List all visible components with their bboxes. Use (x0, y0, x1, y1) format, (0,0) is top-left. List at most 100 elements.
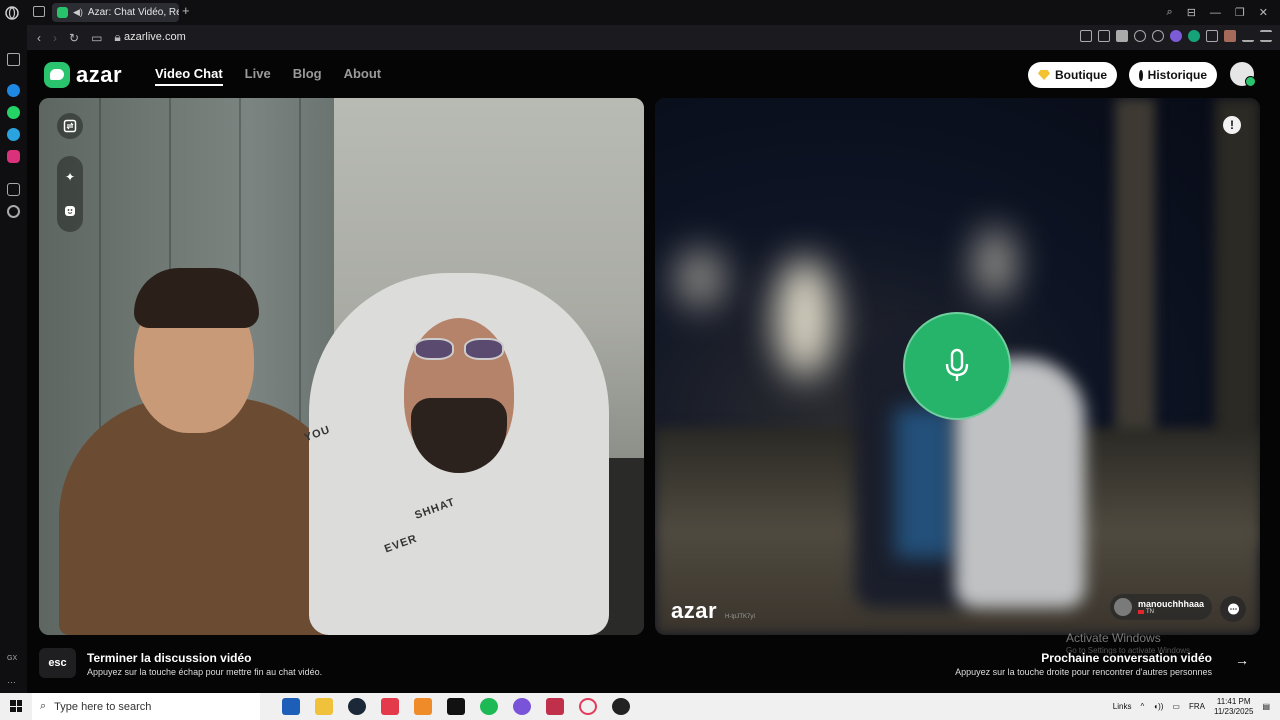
instagram-icon[interactable] (7, 150, 20, 163)
azar-logo[interactable]: azar (44, 62, 122, 88)
nav-live[interactable]: Live (245, 66, 271, 86)
esc-key-hint[interactable]: esc (39, 648, 76, 678)
bookmark-icon[interactable] (1080, 30, 1092, 42)
opera-sidebar: GX … (0, 25, 27, 693)
discord-icon[interactable] (513, 698, 531, 715)
player-icon[interactable] (1134, 30, 1146, 42)
spotify-icon[interactable] (480, 698, 498, 715)
file-explorer-icon[interactable] (315, 698, 333, 715)
app-dark-icon[interactable] (612, 698, 630, 715)
snapshot-icon[interactable]: ⊟ (1187, 6, 1196, 19)
adblock-icon[interactable] (1116, 30, 1128, 42)
lock-icon[interactable]: 🔒︎ (114, 30, 120, 45)
partner-avatar (1114, 598, 1132, 616)
aria-sidebar-icon[interactable] (7, 53, 20, 66)
new-tab-button[interactable]: + (182, 3, 190, 18)
site-header: azar Video Chat Live Blog About Boutique… (27, 50, 1280, 98)
windows-start-icon[interactable] (10, 700, 22, 712)
reload-icon[interactable]: ↻ (69, 31, 79, 45)
tunisia-flag-icon (1138, 609, 1144, 614)
nav-about[interactable]: About (344, 66, 382, 86)
notifications-icon[interactable]: ▤ (1262, 702, 1270, 711)
steam-icon[interactable] (348, 698, 366, 715)
next-chat-subtitle: Appuyez sur la touche droite pour rencon… (955, 667, 1212, 677)
browser-tab-azar[interactable]: ◀) Azar: Chat Vidéo, Ren (52, 3, 179, 22)
store-icon[interactable] (282, 698, 300, 715)
report-icon: ! (1230, 118, 1234, 132)
taskbar-clock[interactable]: 11:41 PM 11/23/2025 (1214, 697, 1253, 717)
historique-button[interactable]: Historique (1129, 62, 1217, 88)
boutique-button[interactable]: Boutique (1028, 62, 1117, 88)
app-orange-icon[interactable] (414, 698, 432, 715)
tab-manager-icon[interactable] (33, 6, 45, 17)
sunglasses (414, 338, 506, 360)
azar-page: azar Video Chat Live Blog About Boutique… (27, 50, 1280, 693)
whatsapp-icon[interactable] (7, 106, 20, 119)
telegram-icon[interactable] (7, 128, 20, 141)
minimize-button[interactable]: — (1210, 7, 1221, 19)
search-icon: ⌕ (40, 700, 47, 712)
report-button[interactable]: ! (1223, 116, 1241, 134)
heart-icon[interactable] (1152, 30, 1164, 42)
street-light-blur (775, 258, 835, 378)
settings-icon[interactable] (7, 205, 20, 218)
tab-title: Azar: Chat Vidéo, Ren (87, 7, 179, 18)
aria-icon[interactable] (1170, 30, 1182, 42)
face-filter-icon[interactable] (63, 204, 77, 218)
partner-profile-chip[interactable]: manouchhhaaa TN (1110, 594, 1212, 620)
maximize-button[interactable]: ❐ (1235, 6, 1245, 19)
partner-name: manouchhhaaa (1138, 598, 1205, 609)
microphone-button[interactable] (903, 312, 1011, 420)
messenger-icon[interactable] (7, 84, 20, 97)
tray-chevron-icon[interactable]: ^ (1140, 702, 1144, 711)
nav-blog[interactable]: Blog (293, 66, 322, 86)
volume-icon[interactable]: ◖)) (1153, 702, 1163, 711)
close-button[interactable]: ✕ (1259, 6, 1268, 19)
chat-bubble-icon (1227, 603, 1239, 614)
speaker-icon[interactable]: ◀) (73, 7, 83, 18)
app-red-icon[interactable] (546, 698, 564, 715)
forward-icon[interactable]: › (53, 31, 57, 45)
clock-icon (1139, 69, 1143, 81)
more-icon[interactable]: … (7, 675, 20, 688)
swap-camera-icon (63, 119, 77, 133)
valorant-icon[interactable] (381, 698, 399, 715)
partner-country: TN (1146, 608, 1154, 615)
nav-video-chat[interactable]: Video Chat (155, 66, 223, 86)
language-indicator[interactable]: FRA (1189, 702, 1205, 711)
search-tabs-icon[interactable]: ⌕ (1167, 6, 1173, 19)
links-toolbar[interactable]: Links (1113, 702, 1132, 711)
gx-icon[interactable]: GX (7, 655, 21, 668)
microphone-icon (945, 348, 969, 381)
opera-menu-icon[interactable] (0, 0, 24, 25)
url-field[interactable]: azarlive.com (124, 31, 186, 43)
azar-favicon-icon (57, 7, 68, 18)
tradingview-icon[interactable] (447, 698, 465, 715)
screenshot-icon[interactable] (1098, 30, 1110, 42)
partner-video-panel: ! azar H-tpJTK7yI manouchhhaaa TN (655, 98, 1260, 635)
site-info-icon[interactable]: ▭ (91, 31, 102, 45)
download-icon[interactable] (1242, 30, 1254, 42)
grammarly-icon[interactable] (1188, 30, 1200, 42)
swap-camera-button[interactable] (57, 113, 83, 139)
search-placeholder: Type here to search (54, 700, 152, 713)
opera-gx-icon[interactable] (579, 698, 597, 715)
browser-tab-bar: ◀) Azar: Chat Vidéo, Ren + ⌕ ⊟ — ❐ ✕ (0, 0, 1280, 25)
street-light-blur (975, 228, 1015, 298)
chat-button[interactable] (1220, 596, 1246, 622)
profile-picture-icon[interactable] (1224, 30, 1236, 42)
watermark-logo: azar (671, 598, 718, 623)
extensions-sidebar-icon[interactable] (7, 183, 20, 196)
azar-logo-text: azar (76, 62, 123, 87)
network-icon[interactable]: ▭ (1172, 702, 1180, 711)
extensions-icon[interactable] (1206, 30, 1218, 42)
profile-avatar[interactable] (1230, 62, 1256, 87)
easy-setup-icon[interactable] (1260, 30, 1272, 42)
next-arrow-icon[interactable]: → (1235, 652, 1257, 674)
historique-label: Historique (1147, 68, 1207, 82)
sparkle-effects-icon[interactable]: ✦ (63, 170, 77, 184)
windows-taskbar: ⌕ Type here to search Links ^ ◖)) ▭ FRA … (0, 693, 1280, 720)
taskbar-date: 11/23/2025 (1213, 706, 1254, 716)
back-icon[interactable]: ‹ (37, 31, 41, 45)
taskbar-search-box[interactable]: ⌕ Type here to search (32, 693, 260, 720)
